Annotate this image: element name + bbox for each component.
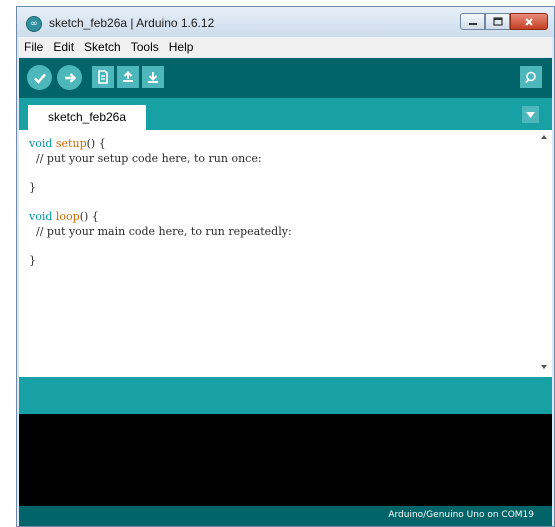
menu-tools[interactable]: Tools [126,40,164,54]
verify-button[interactable] [27,65,52,90]
tab-menu-button[interactable] [522,106,539,123]
menu-file[interactable]: File [19,40,48,54]
maximize-button[interactable] [485,13,510,30]
maximize-icon [492,17,503,26]
minimize-icon [468,22,477,25]
save-button[interactable] [142,66,164,88]
menu-sketch[interactable]: Sketch [79,40,126,54]
console-output[interactable] [19,414,552,506]
code-line-setup-comment: // put your setup code here, to run once… [29,151,262,165]
close-icon [525,17,533,26]
new-file-icon [98,70,108,84]
minimize-button[interactable] [460,13,485,30]
code-text: void setup() { // put your setup code he… [29,137,532,268]
checkmark-icon [33,73,46,84]
code-line-setup-signature: void setup() { [29,137,532,152]
new-button[interactable] [92,66,114,88]
menu-help[interactable]: Help [164,40,199,54]
toolbar [19,58,552,98]
arduino-ide-window: ∞ sketch_feb26a | Arduino 1.6.12 File Ed… [16,6,555,527]
board-port-status: Arduino/Genuino Uno on COM19 [388,510,534,520]
tab-strip: sketch_feb26a [19,98,552,130]
code-editor[interactable]: void setup() { // put your setup code he… [19,130,552,377]
upload-button[interactable] [57,65,82,90]
down-arrow-icon [148,72,158,83]
menu-bar: File Edit Sketch Tools Help [19,37,552,57]
code-line-setup-close: } [29,180,36,194]
magnifier-icon [525,71,536,84]
right-arrow-icon [64,72,76,83]
status-bar: Arduino/Genuino Uno on COM19 [19,506,552,526]
title-bar[interactable]: ∞ sketch_feb26a | Arduino 1.6.12 [17,7,554,37]
loop-signature: void loop() { [29,209,99,223]
tab-sketch[interactable]: sketch_feb26a [28,105,146,130]
code-line-loop-comment: // put your main code here, to run repea… [29,224,292,238]
down-triangle-icon [526,111,535,118]
menu-edit[interactable]: Edit [48,40,79,54]
window-title: sketch_feb26a | Arduino 1.6.12 [49,16,215,30]
code-line-loop-signature: void loop() { [29,210,532,225]
arduino-infinity-icon: ∞ [26,16,42,32]
open-button[interactable] [117,66,139,88]
window-controls [460,13,548,31]
scroll-down-icon[interactable] [541,365,547,369]
setup-signature: void setup() { [29,137,106,150]
message-area [19,377,552,414]
editor-scrollbar[interactable] [536,130,552,377]
up-arrow-icon [123,71,133,82]
serial-monitor-button[interactable] [520,66,542,88]
code-line-loop-close: } [29,253,36,267]
close-button[interactable] [510,13,548,30]
scroll-up-icon[interactable] [541,135,547,139]
